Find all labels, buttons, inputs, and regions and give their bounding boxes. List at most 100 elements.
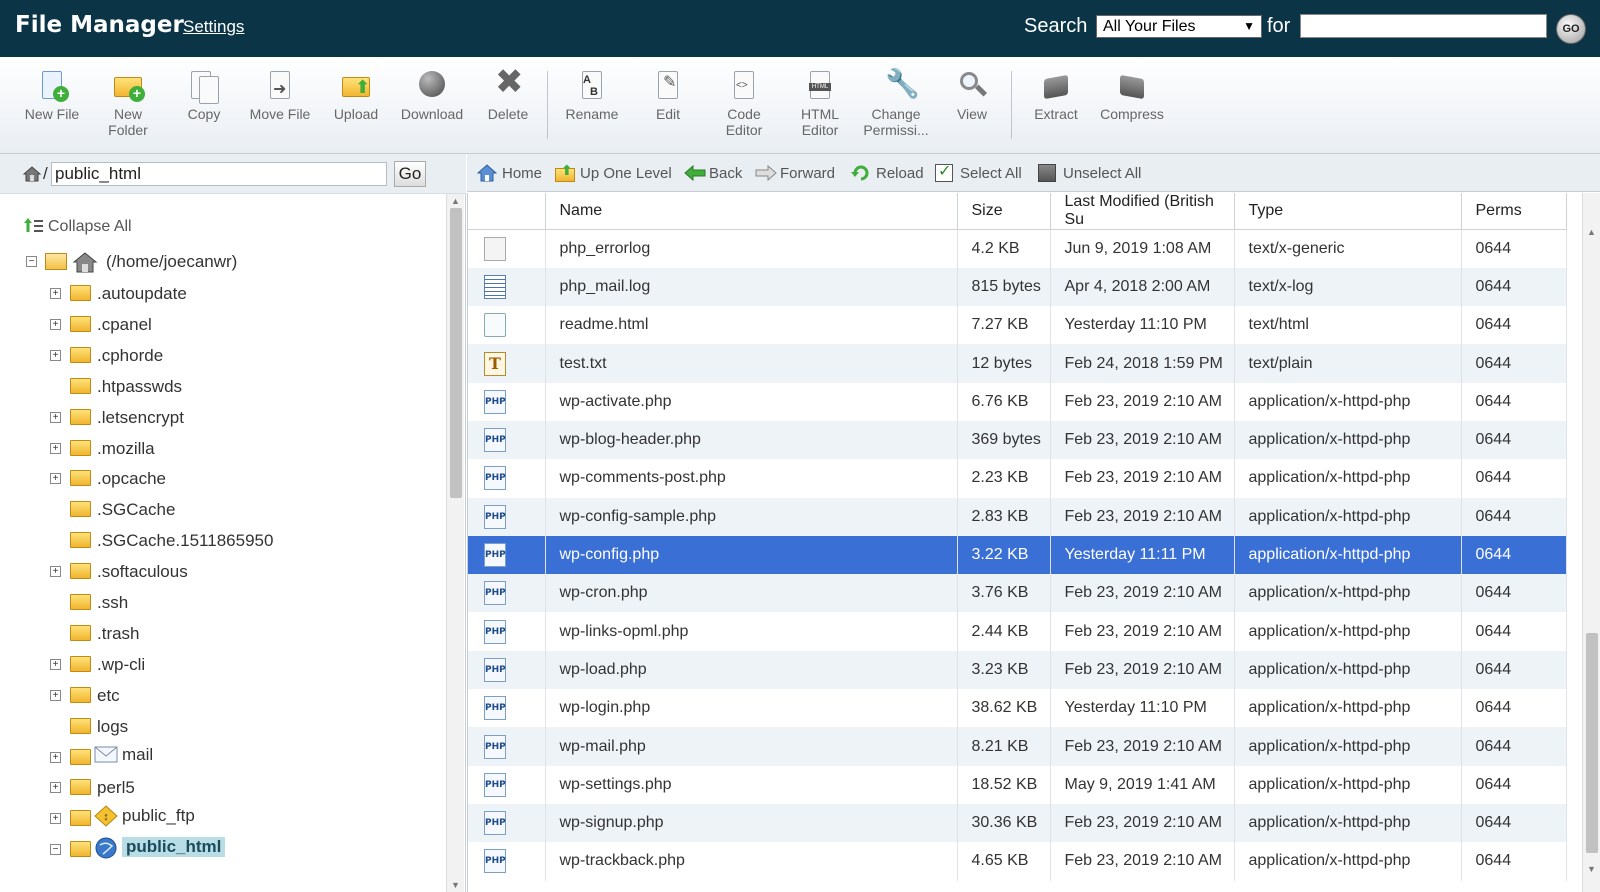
file-name[interactable]: wp-settings.php [545, 765, 958, 804]
file-name[interactable]: wp-config-sample.php [545, 497, 958, 536]
code-editor-button[interactable]: <> Code Editor [706, 69, 782, 138]
new-file-button[interactable]: + New File [14, 69, 90, 122]
file-name[interactable]: wp-blog-header.php [545, 420, 958, 460]
table-row[interactable]: PHP wp-blog-header.php 369 bytes Feb 23, 20… [468, 420, 1567, 460]
collapse-toggle-icon[interactable]: − [26, 256, 37, 267]
table-row[interactable]: PHP wp-settings.php 18.52 KB May 9, 2019 1:… [468, 765, 1567, 804]
file-perms[interactable]: 0644 [1461, 382, 1567, 421]
file-name[interactable]: wp-cron.php [545, 574, 958, 613]
file-name[interactable]: php_mail.log [545, 267, 958, 307]
file-name[interactable]: wp-comments-post.php [545, 459, 958, 498]
table-row[interactable]: PHP wp-signup.php 30.36 KB Feb 23, 2019 2:1… [468, 803, 1567, 843]
file-name[interactable]: wp-login.php [545, 689, 958, 728]
file-name[interactable]: wp-trackback.php [545, 842, 958, 881]
back-button[interactable]: Back [684, 164, 742, 182]
copy-button[interactable]: Copy [166, 69, 242, 122]
table-row[interactable]: PHP wp-links-opml.php 2.44 KB Feb 23, 2019 … [468, 612, 1567, 651]
column-header-size[interactable]: Size [957, 193, 1051, 230]
expand-toggle-icon[interactable]: + [50, 442, 61, 454]
file-perms[interactable]: 0644 [1461, 842, 1567, 881]
download-button[interactable]: Download [394, 69, 470, 122]
expand-toggle-icon[interactable]: + [50, 473, 61, 485]
rename-button[interactable]: A B Rename [554, 69, 630, 122]
expand-toggle-icon[interactable]: + [50, 566, 61, 578]
file-perms[interactable]: 0644 [1461, 459, 1567, 498]
file-perms[interactable]: 0644 [1461, 727, 1567, 766]
unselect-all-button[interactable]: Unselect All [1038, 164, 1141, 182]
collapse-all-link[interactable]: Collapse All [24, 217, 132, 236]
path-go-button[interactable]: Go [394, 161, 426, 187]
table-row[interactable]: readme.html 7.27 KB Yesterday 11:10 PM text… [468, 306, 1567, 345]
new-folder-button[interactable]: + New Folder [90, 69, 166, 138]
scroll-down-arrow-icon[interactable]: ▼ [1587, 864, 1596, 874]
file-perms[interactable]: 0644 [1461, 535, 1567, 575]
file-perms[interactable]: 0644 [1461, 689, 1567, 728]
expand-toggle-icon[interactable]: + [50, 349, 61, 361]
file-name[interactable]: wp-config.php [545, 535, 958, 575]
file-list-scrollbar[interactable]: ▲ ▼ [1582, 193, 1600, 892]
expand-toggle-icon[interactable]: + [50, 288, 61, 299]
table-row[interactable]: PHP wp-activate.php 6.76 KB Feb 23, 2019 2:… [468, 382, 1567, 421]
table-row[interactable]: PHP wp-load.php 3.23 KB Feb 23, 2019 2:10 A… [468, 650, 1567, 690]
table-row[interactable]: PHP wp-config-sample.php 2.83 KB Feb 23, 20… [468, 497, 1567, 536]
file-perms[interactable]: 0644 [1461, 229, 1567, 268]
search-go-button[interactable]: GO [1556, 14, 1586, 44]
table-row[interactable]: Ttest.txt 12 bytes Feb 24, 2018 1:59 PM tex… [468, 344, 1567, 383]
column-header-name[interactable]: Name [545, 193, 958, 230]
file-perms[interactable]: 0644 [1461, 650, 1567, 690]
search-scope-select[interactable]: All Your Files ▼ [1096, 15, 1262, 38]
file-name[interactable]: wp-links-opml.php [545, 612, 958, 651]
settings-link[interactable]: Settings [183, 17, 244, 37]
file-name[interactable]: wp-signup.php [545, 803, 958, 843]
tree-scrollbar[interactable]: ▲ ▼ [446, 194, 464, 892]
view-button[interactable]: View [934, 69, 1010, 122]
scroll-thumb[interactable] [450, 208, 462, 498]
table-row[interactable]: php_errorlog 4.2 KB Jun 9, 2019 1:08 AM tex… [468, 229, 1567, 268]
extract-button[interactable]: Extract [1018, 69, 1094, 122]
table-row[interactable]: PHP wp-cron.php 3.76 KB Feb 23, 2019 2:10 A… [468, 574, 1567, 613]
table-row[interactable]: PHP wp-login.php 38.62 KB Yesterday 11:10 P… [468, 689, 1567, 728]
file-perms[interactable]: 0644 [1461, 267, 1567, 307]
table-row[interactable]: PHP wp-comments-post.php 2.23 KB Feb 23, 20… [468, 459, 1567, 498]
home-icon[interactable] [22, 164, 42, 184]
change-permissions-button[interactable]: 🔧 Change Permissi... [858, 69, 934, 139]
file-name[interactable]: readme.html [545, 306, 958, 345]
expand-toggle-icon[interactable]: + [50, 658, 61, 670]
table-row[interactable]: PHP wp-trackback.php 4.65 KB Feb 23, 2019 2… [468, 842, 1567, 881]
reload-button[interactable]: Reload [851, 164, 924, 182]
column-header-type[interactable]: Type [1234, 193, 1462, 230]
edit-button[interactable]: ✎ Edit [630, 69, 706, 122]
scroll-down-arrow-icon[interactable]: ▼ [451, 880, 460, 890]
file-perms[interactable]: 0644 [1461, 344, 1567, 383]
table-row[interactable]: PHP wp-mail.php 8.21 KB Feb 23, 2019 2:10 A… [468, 727, 1567, 766]
expand-toggle-icon[interactable]: + [50, 751, 61, 763]
column-header-perms[interactable]: Perms [1461, 193, 1567, 230]
collapse-toggle-icon[interactable]: − [50, 844, 61, 856]
file-name[interactable]: wp-mail.php [545, 727, 958, 766]
expand-toggle-icon[interactable]: + [50, 318, 61, 330]
file-perms[interactable]: 0644 [1461, 497, 1567, 536]
search-input[interactable] [1300, 14, 1547, 38]
move-file-button[interactable]: ➜ Move File [242, 69, 318, 122]
expand-toggle-icon[interactable]: + [50, 689, 61, 701]
home-button[interactable]: Home [476, 164, 542, 182]
file-name[interactable]: wp-load.php [545, 650, 958, 690]
upload-button[interactable]: ⬆ Upload [318, 69, 394, 122]
expand-toggle-icon[interactable]: + [50, 813, 61, 825]
file-perms[interactable]: 0644 [1461, 306, 1567, 345]
scroll-up-arrow-icon[interactable]: ▲ [1587, 227, 1596, 237]
select-all-button[interactable]: ✓ Select All [935, 163, 1022, 182]
file-name[interactable]: php_errorlog [545, 229, 958, 268]
table-row[interactable]: php_mail.log 815 bytes Apr 4, 2018 2:00 AM… [468, 267, 1567, 307]
file-name[interactable]: test.txt [545, 344, 958, 383]
html-editor-button[interactable]: HTML HTML Editor [782, 69, 858, 138]
forward-button[interactable]: Forward [755, 164, 835, 182]
delete-button[interactable]: ✖ Delete [470, 65, 546, 122]
file-perms[interactable]: 0644 [1461, 803, 1567, 843]
scroll-thumb[interactable] [1586, 633, 1598, 853]
file-name[interactable]: wp-activate.php [545, 382, 958, 421]
file-perms[interactable]: 0644 [1461, 420, 1567, 460]
path-input[interactable] [51, 162, 387, 186]
up-one-level-button[interactable]: ⬆ Up One Level [555, 162, 672, 182]
column-header-modified[interactable]: Last Modified (British Su [1050, 193, 1235, 230]
